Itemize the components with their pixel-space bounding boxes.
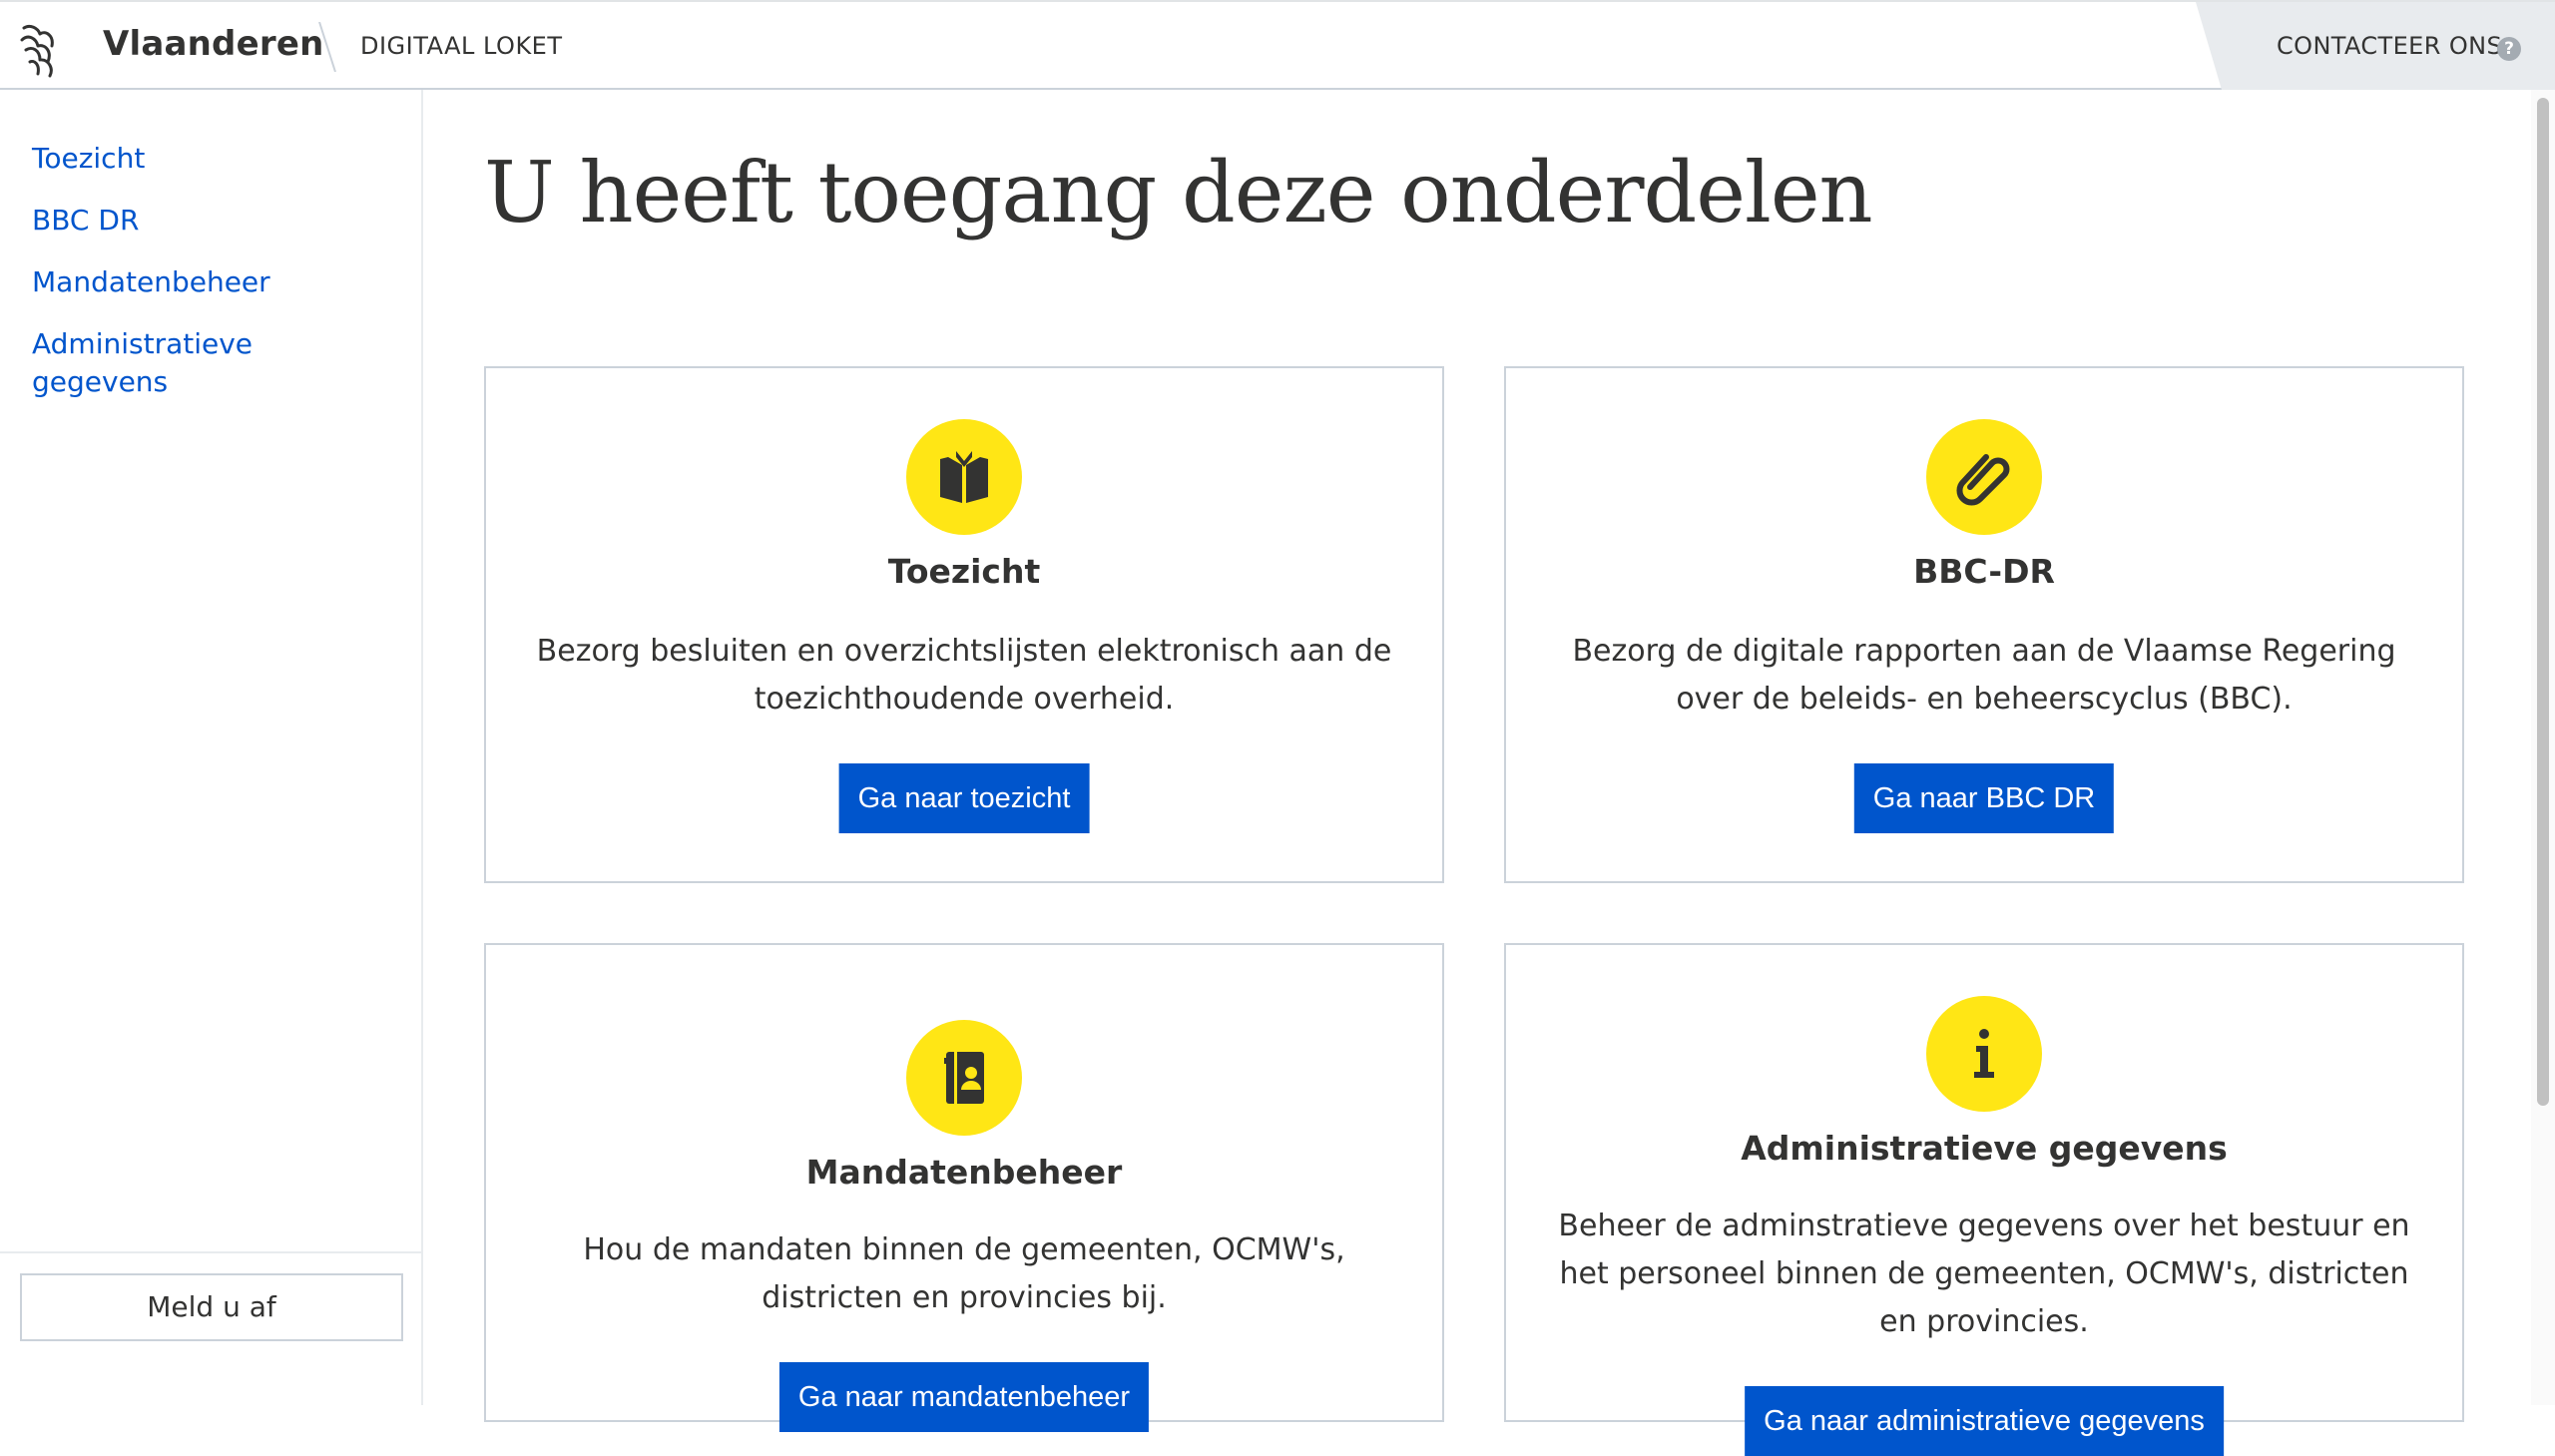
flemish-lion-icon[interactable] [18,20,62,78]
card-description: Bezorg besluiten en overzichtslijsten el… [536,634,1392,717]
brand-name[interactable]: Vlaanderen [103,24,324,64]
scrollbar-thumb[interactable] [2537,98,2549,1106]
card-title: Mandatenbeheer [805,1153,1123,1192]
card-title: Administratieve gegevens [1741,1129,2228,1168]
contact-label: CONTACTEER ONS [2277,32,2503,60]
header-separator [318,22,336,72]
card-bbc-dr: BBC-DR Bezorg de digitale rapporten aan … [1504,366,2464,883]
sidebar-item-toezicht[interactable]: Toezicht [32,140,145,178]
card-title: Toezicht [887,552,1041,591]
card-description: Bezorg de digitale rapporten aan de Vlaa… [1572,634,2396,717]
sidebar-item-bbc-dr[interactable]: BBC DR [32,202,139,240]
sidebar-footer: Meld u af [0,1251,421,1407]
go-to-toezicht-button[interactable]: Ga naar toezicht [838,763,1090,833]
card-description: Hou de mandaten binnen de gemeenten, OCM… [583,1232,1345,1315]
go-to-mandatenbeheer-button[interactable]: Ga naar mandatenbeheer [778,1362,1150,1432]
app-name[interactable]: DIGITAAL LOKET [360,32,563,60]
contact-book-icon [906,1020,1022,1136]
book-icon [906,419,1022,535]
help-icon: ? [2497,37,2521,61]
go-to-administratieve-gegevens-button[interactable]: Ga naar administratieve gegevens [1745,1386,2224,1456]
card-description: Beheer de adminstratieve gegevens over h… [1558,1209,2410,1339]
info-icon [1926,996,2042,1112]
top-header: Vlaanderen DIGITAAL LOKET CONTACTEER ONS… [0,0,2555,90]
sidebar-item-mandatenbeheer[interactable]: Mandatenbeheer [32,263,270,301]
card-toezicht: Toezicht Bezorg besluiten en overzichtsl… [484,366,1444,883]
sidebar: Toezicht BBC DR Mandatenbeheer Administr… [0,90,423,1405]
scrollbar[interactable] [2531,90,2555,1405]
card-mandatenbeheer: Mandatenbeheer Hou de mandaten binnen de… [484,943,1444,1432]
card-administratieve-gegevens: Administratieve gegevens Beheer de admin… [1504,943,2464,1456]
paperclip-icon [1926,419,2042,535]
card-title: BBC-DR [1913,552,2055,591]
logout-button[interactable]: Meld u af [20,1273,403,1341]
contact-button[interactable]: CONTACTEER ONS ? [2196,2,2555,90]
sidebar-item-administratieve-gegevens[interactable]: Administratieve gegevens [32,325,291,401]
go-to-bbc-dr-button[interactable]: Ga naar BBC DR [1853,763,2115,833]
page-title: U heeft toegang deze onderdelen [484,144,1873,242]
